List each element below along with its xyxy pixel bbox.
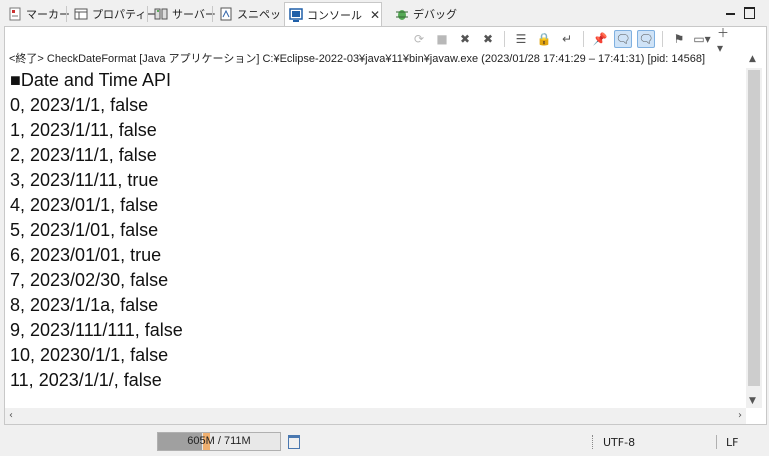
console-toolbar: ⟳ ■ ✖ ✖ ☰ 🔒 ↵ 📌 🗨 🗨 ⚑ ▭▾ ＋▾	[410, 26, 734, 55]
remove-launch-icon[interactable]: ✖	[456, 30, 474, 48]
console-output[interactable]: ■Date and Time API 0, 2023/1/1, false 1,…	[10, 68, 746, 408]
process-description: <終了> CheckDateFormat [Java アプリケーション] C:¥…	[9, 53, 706, 65]
view-tab-bar: マーカー プロパティー サーバー スニペット コンソール ✕ デバッグ	[0, 0, 769, 27]
maximize-icon[interactable]	[742, 5, 756, 19]
tab-debug[interactable]: デバッグ	[391, 3, 457, 25]
tab-snippets[interactable]: スニペット	[215, 3, 292, 25]
minimize-icon[interactable]	[724, 5, 738, 19]
remove-all-terminated-icon[interactable]: ✖	[479, 30, 497, 48]
toolbar-divider	[504, 31, 505, 47]
console-line: 3, 2023/11/11, true	[10, 170, 159, 190]
console-line: ■Date and Time API	[10, 70, 171, 90]
snippets-icon	[219, 7, 233, 21]
run-gc-icon[interactable]	[288, 435, 300, 449]
console-line: 7, 2023/02/30, false	[10, 270, 169, 290]
scroll-left-icon[interactable]: ‹	[9, 410, 13, 421]
display-console-dropdown-icon[interactable]: ▭▾	[693, 30, 711, 48]
tab-divider	[212, 6, 213, 22]
console-icon	[289, 7, 303, 22]
tab-label: デバッグ	[413, 8, 457, 21]
console-line: 5, 2023/1/01, false	[10, 220, 159, 240]
scroll-right-icon[interactable]: ›	[738, 410, 742, 421]
tab-markers[interactable]: マーカー	[4, 3, 70, 25]
tab-properties[interactable]: プロパティー	[70, 3, 157, 25]
status-divider	[716, 435, 717, 449]
console-line: 8, 2023/1/1a, false	[10, 295, 159, 315]
tab-divider	[66, 6, 67, 22]
tab-divider	[147, 6, 148, 22]
tab-label: コンソール	[307, 8, 362, 22]
toolbar-divider	[583, 31, 584, 47]
show-on-stdout-icon[interactable]: 🗨	[614, 30, 632, 48]
markers-icon	[8, 7, 22, 21]
console-line: 9, 2023/111/111, false	[10, 320, 183, 340]
clear-console-icon[interactable]: ☰	[512, 30, 530, 48]
scroll-lock-icon[interactable]: 🔒	[535, 30, 553, 48]
show-on-stderr-icon[interactable]: 🗨	[637, 30, 655, 48]
scroll-down-icon[interactable]: ▼	[749, 396, 756, 406]
line-ending-indicator: LF	[726, 436, 739, 449]
relaunch-icon[interactable]: ⟳	[410, 30, 428, 48]
heap-status[interactable]: 605M / 711M	[157, 432, 281, 451]
status-bar: 605M / 711M UTF-8 LF	[0, 427, 769, 456]
pin-console-icon[interactable]: 📌	[591, 30, 609, 48]
tab-label: マーカー	[26, 8, 70, 21]
console-line: 0, 2023/1/1, false	[10, 95, 149, 115]
console-line: 2, 2023/11/1, false	[10, 145, 157, 165]
debug-icon	[395, 7, 409, 21]
toolbar-divider	[662, 31, 663, 47]
encoding-indicator: UTF-8	[603, 436, 636, 449]
horizontal-scrollbar[interactable]: ‹ ›	[5, 408, 746, 424]
close-icon[interactable]: ✕	[370, 8, 380, 22]
display-selected-console-icon[interactable]: ⚑	[670, 30, 688, 48]
console-line: 10, 20230/1/1, false	[10, 345, 169, 365]
tab-servers[interactable]: サーバー	[150, 3, 216, 25]
heap-text: 605M / 711M	[187, 435, 251, 447]
scrollbar-thumb[interactable]	[748, 70, 760, 386]
console-line: 4, 2023/01/1, false	[10, 195, 159, 215]
vertical-scrollbar[interactable]: ▲ ▼	[746, 54, 762, 408]
console-line: 6, 2023/01/01, true	[10, 245, 162, 265]
console-line: 1, 2023/1/11, false	[10, 120, 157, 140]
servers-icon	[154, 7, 168, 21]
tab-console[interactable]: コンソール ✕	[284, 2, 382, 26]
properties-icon	[74, 7, 88, 21]
scroll-up-icon[interactable]: ▲	[749, 54, 756, 64]
status-divider	[592, 435, 593, 449]
open-console-dropdown-icon[interactable]: ＋▾	[716, 26, 734, 55]
terminate-icon[interactable]: ■	[433, 30, 451, 48]
console-line: 11, 2023/1/1/, false	[10, 370, 162, 390]
word-wrap-icon[interactable]: ↵	[558, 30, 576, 48]
tab-label: サーバー	[172, 8, 216, 21]
